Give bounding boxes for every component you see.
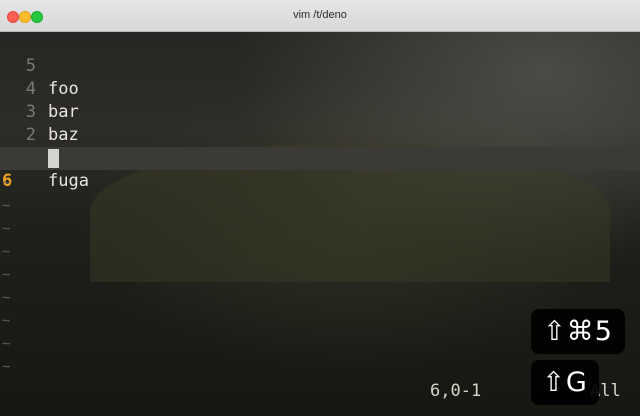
empty-line-marker: ~ (2, 336, 11, 352)
text-cursor (48, 149, 59, 168)
keystroke-overlay-shift-cmd-5: ⇧⌘5 (531, 309, 625, 354)
editor-line[interactable]: 1 fuga (0, 124, 640, 191)
current-editor-line[interactable]: 6 (0, 147, 640, 191)
cursor-position-ruler: 6,0-1 (430, 381, 482, 401)
empty-line-marker: ~ (2, 290, 11, 306)
empty-line-marker: ~ (2, 198, 11, 214)
window-title-bar: vim /t/deno (0, 0, 640, 32)
terminal-area[interactable]: 5 foo 4 bar 3 baz 2 hoge 1 fuga 6 ~ ~ ~ … (0, 32, 640, 416)
line-text: fuga (48, 171, 89, 191)
editor-line[interactable]: 3 baz (0, 78, 640, 145)
empty-line-marker: ~ (2, 313, 11, 329)
keystroke-overlay-shift-g: ⇧G (531, 360, 599, 405)
empty-line-marker: ~ (2, 359, 11, 375)
editor-line[interactable]: 2 hoge (0, 101, 640, 168)
empty-line-marker: ~ (2, 267, 11, 283)
editor-line[interactable]: 4 bar (0, 55, 640, 122)
empty-line-marker: ~ (2, 221, 11, 237)
window-title: vim /t/deno (293, 9, 347, 21)
empty-line-marker: ~ (2, 175, 11, 191)
empty-line-marker: ~ (2, 244, 11, 260)
editor-line[interactable]: 5 foo (0, 32, 640, 99)
